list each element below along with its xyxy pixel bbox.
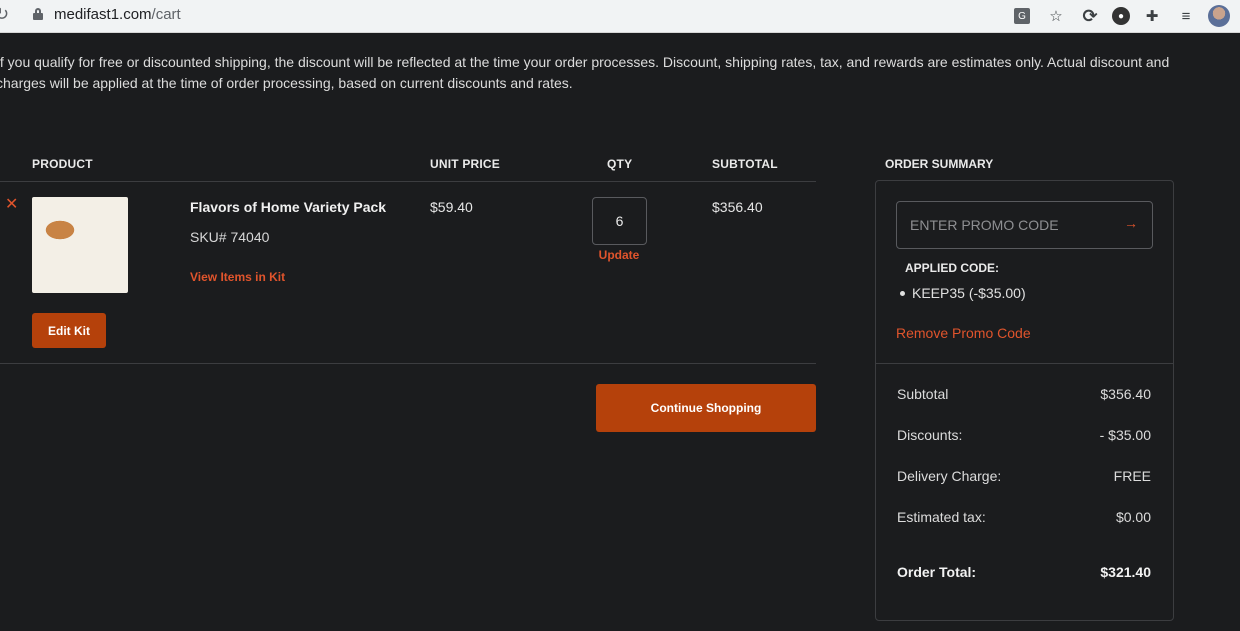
- header-unit-price: UNIT PRICE: [430, 157, 501, 171]
- puzzle-icon[interactable]: ✚: [1140, 4, 1164, 28]
- applied-code-text: KEEP35 (-$35.00): [912, 285, 1026, 301]
- summary-label: Delivery Charge:: [897, 468, 1002, 484]
- product-name[interactable]: Flavors of Home Variety Pack: [190, 199, 386, 215]
- summary-value: $0.00: [1115, 509, 1151, 525]
- browser-toolbar: ↻ medifast1.com/cart G ☆ ⟳ ● ✚ ≡: [0, 0, 1240, 33]
- update-qty-link[interactable]: Update: [598, 248, 640, 262]
- playlist-icon[interactable]: ≡: [1174, 4, 1198, 28]
- summary-label: Discounts:: [897, 427, 963, 443]
- header-product: PRODUCT: [32, 157, 93, 171]
- order-summary-title: ORDER SUMMARY: [885, 157, 994, 171]
- remove-item-icon[interactable]: ✕: [5, 197, 18, 213]
- summary-divider: [876, 363, 1173, 364]
- applied-code-label: APPLIED CODE:: [905, 261, 1000, 275]
- header-subtotal: SUBTOTAL: [712, 157, 778, 171]
- promo-code-field[interactable]: →: [896, 201, 1153, 249]
- quantity-input[interactable]: [592, 197, 647, 245]
- translate-icon[interactable]: G: [1014, 8, 1030, 24]
- lock-icon[interactable]: [33, 8, 43, 20]
- item-subtotal: $356.40: [712, 199, 763, 215]
- sync-extension-icon[interactable]: ⟳: [1078, 4, 1102, 28]
- remove-promo-code-link[interactable]: Remove Promo Code: [896, 325, 1031, 341]
- summary-value: $356.40: [1100, 386, 1151, 402]
- header-divider: [0, 181, 816, 182]
- edit-kit-button[interactable]: Edit Kit: [32, 313, 106, 348]
- summary-row-tax: Estimated tax: $0.00: [897, 509, 1151, 525]
- promo-code-input[interactable]: [897, 202, 1117, 248]
- order-total-value: $321.40: [1100, 564, 1151, 580]
- order-total-label: Order Total:: [897, 564, 977, 580]
- star-icon[interactable]: ☆: [1044, 4, 1068, 28]
- product-sku: SKU# 74040: [190, 229, 270, 245]
- ninja-extension-icon[interactable]: ●: [1112, 7, 1130, 25]
- header-qty: QTY: [607, 157, 633, 171]
- bullet-icon: [900, 290, 905, 296]
- summary-label: Estimated tax:: [897, 509, 986, 525]
- profile-avatar[interactable]: [1208, 5, 1230, 27]
- summary-row-discounts: Discounts: - $35.00: [897, 427, 1151, 443]
- product-image[interactable]: [32, 197, 128, 293]
- continue-shopping-button[interactable]: Continue Shopping: [596, 384, 816, 432]
- summary-row-order-total: Order Total: $321.40: [897, 564, 1151, 580]
- unit-price: $59.40: [430, 199, 473, 215]
- row-divider: [0, 363, 816, 364]
- browser-icons: G ☆ ⟳ ● ✚ ≡: [1014, 4, 1230, 28]
- url-path: /cart: [151, 6, 181, 23]
- address-bar[interactable]: medifast1.com/cart: [54, 6, 181, 23]
- summary-row-subtotal: Subtotal $356.40: [897, 386, 1151, 402]
- applied-code-item: KEEP35 (-$35.00): [900, 285, 1026, 301]
- summary-value: FREE: [1113, 468, 1151, 484]
- shipping-notice: If you qualify for free or discounted sh…: [0, 54, 1170, 91]
- arrow-right-icon[interactable]: →: [1124, 215, 1138, 231]
- url-host: medifast1.com: [54, 6, 152, 23]
- summary-row-delivery: Delivery Charge: FREE: [897, 468, 1151, 484]
- view-items-in-kit-link[interactable]: View Items in Kit: [190, 270, 285, 284]
- summary-value: - $35.00: [1099, 427, 1151, 443]
- summary-label: Subtotal: [897, 386, 949, 402]
- reload-icon[interactable]: ↻: [0, 4, 9, 25]
